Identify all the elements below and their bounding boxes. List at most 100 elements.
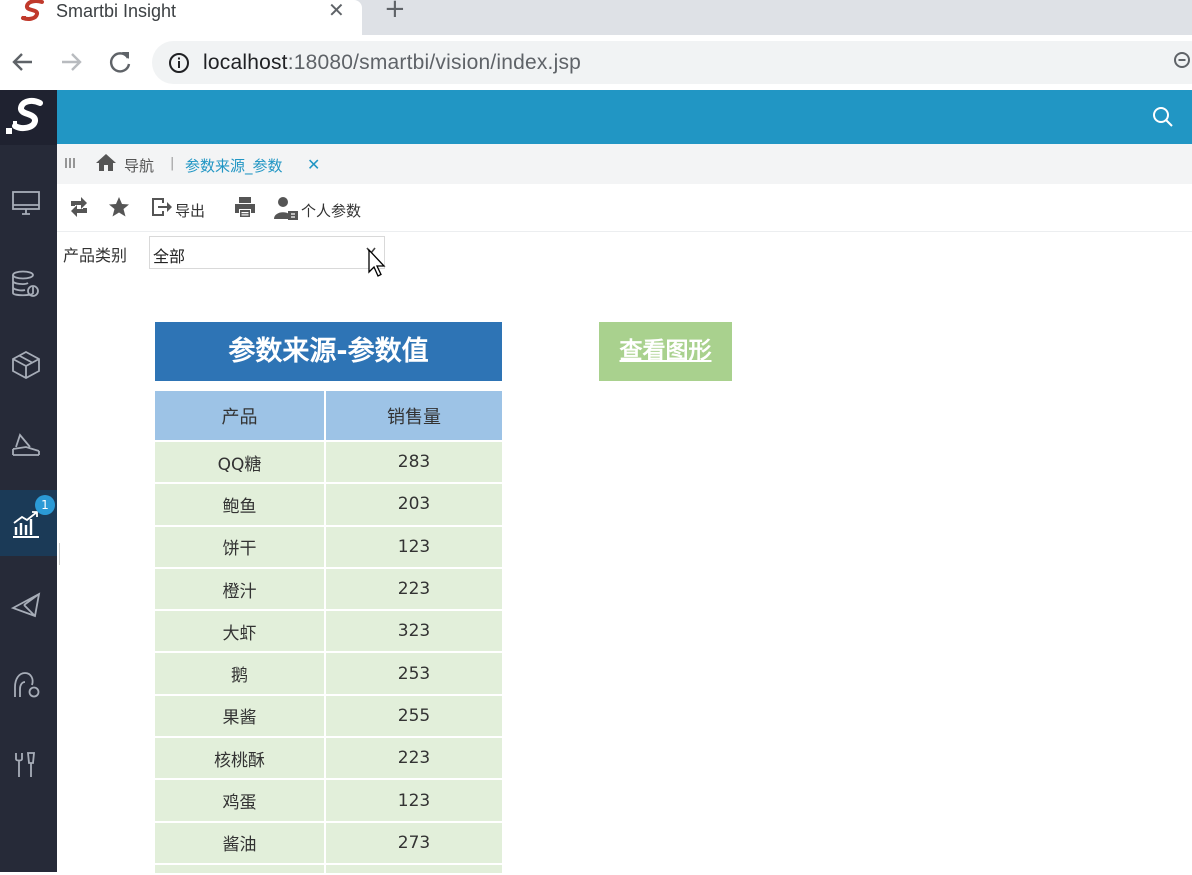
home-icon[interactable] (95, 153, 117, 172)
cell-sales: 323 (326, 611, 502, 654)
cell-product: 酱油 (155, 822, 326, 865)
report-title: 参数来源-参数值 (155, 322, 502, 381)
sidebar-item-publish[interactable] (0, 570, 57, 636)
cell-sales: 123 (326, 780, 502, 823)
table-row: 果酱 255 (155, 695, 502, 739)
cell-product: 核桃酥 (155, 738, 326, 781)
table-row: 鲍鱼 203 (155, 484, 502, 527)
browser-tab-title: Smartbi Insight (56, 1, 177, 21)
app-header (57, 90, 1192, 144)
cube-icon (12, 350, 40, 379)
table-body: QQ糖 283 鲍鱼 203 饼干 123 橙汁 223 大虾 323 鹅 25… (155, 442, 502, 875)
product-category-value: 全部 (153, 247, 186, 266)
cell-sales: 223 (326, 738, 502, 781)
cell-sales: 273 (326, 822, 502, 865)
cell-sales: 255 (326, 695, 502, 739)
browser-tabstrip: Smartbi Insight ✕ + (0, 0, 1192, 35)
refresh-icon (71, 197, 87, 217)
cell-product: 鸡蛋 (155, 780, 326, 823)
export-button[interactable]: 导出 (149, 195, 213, 221)
product-category-select[interactable]: 全部 (149, 236, 385, 269)
forward-icon[interactable] (58, 49, 84, 75)
table-row: 鹅 253 (155, 653, 502, 696)
column-header-sales: 销售量 (326, 391, 502, 442)
browser-tab[interactable]: Smartbi Insight ✕ (0, 0, 362, 35)
tab-separator: | (170, 156, 175, 171)
cell-sales: 203 (326, 484, 502, 527)
column-header-product: 产品 (155, 391, 326, 442)
tools-icon (15, 752, 35, 777)
print-icon (235, 197, 255, 217)
table-row: 鸡蛋 123 (155, 780, 502, 823)
tab-close-icon[interactable]: ✕ (328, 0, 345, 20)
reload-icon[interactable] (107, 49, 133, 75)
url-text: localhost:18080/smartbi/vision/index.jsp (203, 50, 581, 76)
smartbi-logo[interactable] (0, 90, 57, 145)
favorite-button[interactable] (107, 195, 133, 221)
monitor-icon (12, 191, 40, 215)
sidebar-item-analysis[interactable] (0, 410, 57, 476)
browser-toolbar: localhost:18080/smartbi/vision/index.jsp (0, 35, 1192, 90)
nav-label[interactable]: 导航 (124, 155, 154, 176)
cell-sales: 223 (326, 568, 502, 612)
personal-params-label: 个人参数 (301, 202, 362, 220)
url-host: localhost (203, 51, 288, 74)
cell-sales (326, 864, 502, 875)
sidebar-item-user-settings[interactable] (0, 650, 57, 716)
cell-sales: 253 (326, 653, 502, 696)
sidebar-item-tools[interactable] (0, 730, 57, 796)
app-sidebar: 1 (0, 90, 57, 872)
cell-product: 鲍鱼 (155, 484, 326, 527)
refresh-button[interactable] (67, 195, 93, 221)
url-path: :18080/smartbi/vision/index.jsp (287, 51, 582, 74)
report-toolbar: 导出 个人参数 (57, 184, 1192, 232)
print-button[interactable] (233, 195, 259, 221)
table-row: 橙汁 223 (155, 568, 502, 612)
table-row: QQ糖 283 (155, 442, 502, 485)
chart-icon (13, 511, 39, 538)
cell-product: 橙汁 (155, 568, 326, 612)
mouse-cursor-icon (368, 249, 386, 277)
database-settings-icon (12, 270, 39, 297)
personal-params-button[interactable]: 个人参数 (273, 195, 383, 221)
cell-product: 鹅 (155, 653, 326, 696)
panel-splitter-handle[interactable] (59, 543, 62, 565)
table-row: 大虾 323 (155, 611, 502, 654)
search-icon[interactable] (1152, 106, 1174, 128)
tab-report[interactable]: 参数来源_参数 (185, 155, 283, 176)
zoom-icon[interactable] (1172, 50, 1192, 72)
app-tab-bar: 导航 | 参数来源_参数 ✕ (57, 144, 1192, 184)
site-info-icon[interactable] (168, 52, 190, 74)
table-row-partial (155, 864, 502, 875)
sidebar-item-data[interactable] (0, 250, 57, 316)
back-icon[interactable] (10, 49, 36, 75)
cell-product: 饼干 (155, 526, 326, 569)
analysis-icon (12, 433, 40, 456)
sidebar-item-monitor[interactable] (0, 170, 57, 236)
export-icon (152, 198, 172, 216)
view-chart-link[interactable]: 查看图形 (599, 322, 732, 381)
sales-table: 产品 销售量 QQ糖 283 鲍鱼 203 饼干 123 橙汁 223 大虾 3… (155, 391, 502, 875)
smartbi-favicon-icon (21, 0, 44, 21)
cell-product (155, 864, 326, 875)
new-tab-button[interactable]: + (384, 0, 406, 22)
tab-close-icon[interactable]: ✕ (307, 155, 320, 174)
product-category-label: 产品类别 (63, 246, 128, 265)
sidebar-item-reports[interactable]: 1 (0, 490, 57, 556)
user-settings-icon (14, 672, 40, 698)
table-row: 酱油 273 (155, 822, 502, 865)
table-row: 核桃酥 223 (155, 738, 502, 781)
export-label: 导出 (175, 202, 206, 220)
address-bar[interactable]: localhost:18080/smartbi/vision/index.jsp (152, 41, 1192, 84)
table-row: 饼干 123 (155, 526, 502, 569)
cell-product: QQ糖 (155, 442, 326, 485)
table-header-row: 产品 销售量 (155, 391, 502, 442)
user-params-icon (274, 197, 298, 220)
cell-sales: 123 (326, 526, 502, 569)
menu-toggle-icon[interactable] (64, 157, 76, 169)
notification-badge: 1 (35, 495, 55, 515)
sidebar-item-cube[interactable] (0, 330, 57, 396)
smartbi-logo-icon (6, 97, 43, 134)
cell-product: 果酱 (155, 695, 326, 739)
cell-sales: 283 (326, 442, 502, 485)
